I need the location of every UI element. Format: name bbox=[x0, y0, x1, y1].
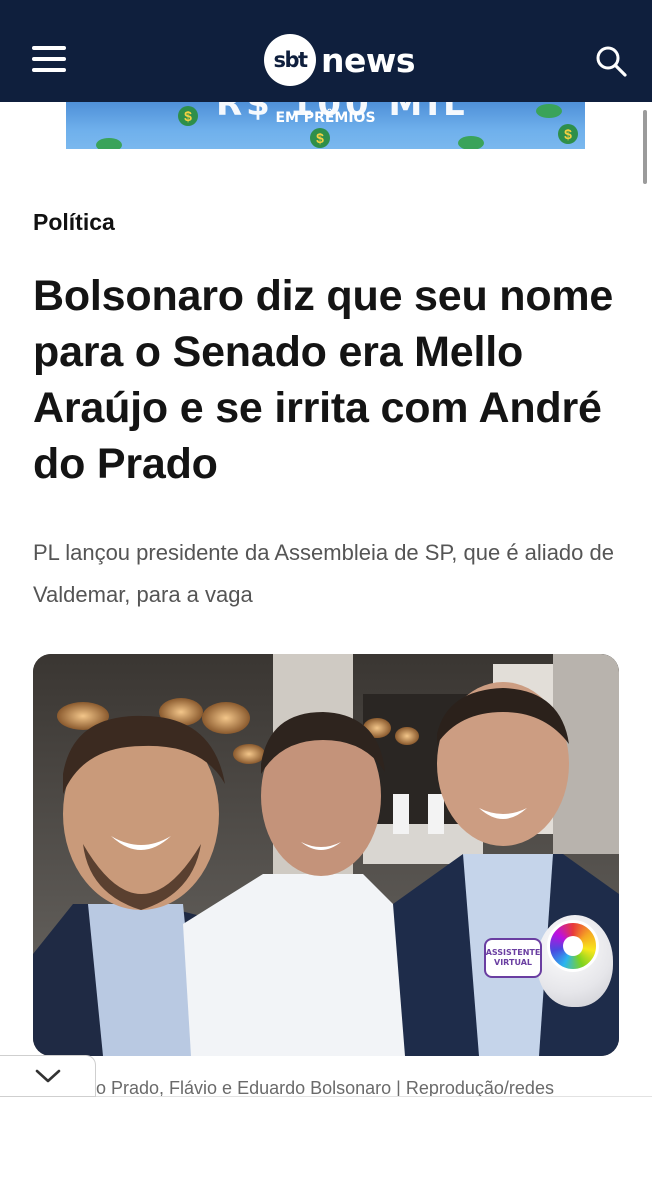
article-category[interactable]: Política bbox=[33, 209, 115, 236]
group-selfie-image bbox=[33, 654, 619, 1056]
advertisement-banner[interactable]: R$ 100 MIL EM PRÊMIOS $ $ $ bbox=[66, 102, 585, 149]
dollar-coin-icon: $ bbox=[558, 124, 578, 144]
virtual-assistant-badge[interactable]: ASSISTENTE VIRTUAL bbox=[484, 938, 542, 978]
article-subtitle: PL lançou presidente da Assembleia de SP… bbox=[33, 540, 614, 607]
money-leaf-decoration bbox=[536, 104, 562, 118]
search-icon bbox=[596, 46, 627, 77]
ad-banner-text: EM PRÊMIOS bbox=[275, 110, 376, 126]
menu-button[interactable] bbox=[32, 44, 68, 76]
article-photo[interactable] bbox=[33, 654, 619, 1056]
article-headline: Bolsonaro diz que seu nome para o Senado… bbox=[33, 272, 614, 488]
color-wheel-icon bbox=[547, 920, 599, 972]
bottom-sticky-ad-area[interactable] bbox=[0, 1096, 652, 1200]
collapse-ad-button[interactable] bbox=[0, 1055, 96, 1097]
money-leaf-decoration bbox=[96, 138, 122, 149]
logo-text: news bbox=[321, 40, 416, 80]
page-scrollbar[interactable] bbox=[643, 110, 647, 184]
dollar-coin-icon: $ bbox=[310, 128, 330, 148]
top-navigation-bar: sbt news bbox=[0, 0, 652, 102]
hamburger-icon bbox=[32, 46, 66, 50]
search-button[interactable] bbox=[594, 44, 628, 78]
money-leaf-decoration bbox=[458, 136, 484, 149]
sbt-news-logo[interactable]: sbt news bbox=[264, 34, 416, 86]
chevron-down-icon bbox=[35, 1069, 60, 1083]
dollar-coin-icon: $ bbox=[178, 106, 198, 126]
logo-mark: sbt bbox=[264, 34, 316, 86]
